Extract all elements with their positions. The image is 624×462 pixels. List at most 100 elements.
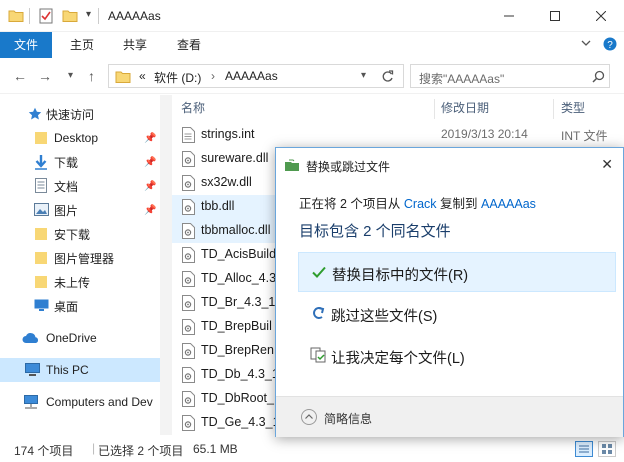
forward-arrow-icon[interactable]: →	[38, 68, 52, 84]
dialog-title: 替换或跳过文件	[306, 160, 391, 174]
copy-files-icon	[285, 159, 299, 171]
title-bar: ▾ AAAAAas	[0, 0, 624, 32]
refresh-icon[interactable]	[381, 70, 394, 83]
recent-locations-icon[interactable]: ▾	[68, 70, 73, 81]
back-arrow-icon[interactable]: ←	[13, 68, 27, 84]
close-icon	[596, 11, 606, 21]
option-label: 让我决定每个文件(L)	[331, 351, 465, 367]
nav-item-desktop-cn[interactable]: 桌面	[0, 294, 160, 318]
maximize-button[interactable]	[532, 0, 578, 32]
file-name: sureware.dll	[201, 151, 269, 165]
dll-file-icon	[182, 175, 195, 191]
address-bar[interactable]: « 软件 (D:) › AAAAAas ▾	[108, 64, 404, 88]
nav-item-folder-not-uploaded[interactable]: 未上传	[0, 270, 160, 294]
nav-item-this-pc[interactable]: This PC	[0, 358, 160, 382]
dll-file-icon	[182, 343, 195, 359]
file-name: strings.int	[201, 127, 255, 141]
document-icon	[35, 178, 47, 193]
search-input[interactable]: 搜索"AAAAAas"	[410, 64, 610, 88]
nav-item-documents[interactable]: 文档 📌	[0, 174, 160, 198]
replace-files-option[interactable]: 替换目标中的文件(R)	[298, 252, 616, 292]
nav-item-computers-and-devices[interactable]: Computers and Dev	[0, 390, 160, 414]
help-icon[interactable]: ?	[603, 37, 617, 51]
column-header-name[interactable]: 名称	[181, 95, 205, 121]
nav-scrollbar[interactable]	[160, 95, 172, 435]
breadcrumb-folder[interactable]: AAAAAas	[225, 69, 278, 83]
skip-files-option[interactable]: 跳过这些文件(S)	[298, 294, 616, 334]
nav-item-label: Computers and Dev	[46, 395, 153, 409]
fewer-details-button[interactable]	[301, 409, 317, 425]
up-arrow-icon[interactable]: ↑	[88, 68, 95, 84]
dialog-title-bar: 替换或跳过文件 ✕	[276, 148, 624, 180]
breadcrumb-overflow[interactable]: «	[139, 69, 146, 83]
nav-item-folder-image-manager[interactable]: 图片管理器	[0, 246, 160, 270]
new-folder-icon[interactable]	[62, 8, 78, 22]
dialog-footer: 简略信息	[276, 396, 623, 437]
computer-icon	[25, 363, 40, 376]
folder-icon	[35, 132, 47, 144]
cloud-icon	[22, 333, 39, 343]
nav-item-quick-access[interactable]: 快速访问	[0, 102, 160, 126]
chevron-up-icon	[305, 414, 313, 419]
customize-quick-access-icon[interactable]: ▾	[86, 9, 91, 20]
column-header-date[interactable]: 修改日期	[441, 95, 489, 121]
fewer-details-label[interactable]: 简略信息	[324, 410, 372, 427]
breadcrumb-separator-icon: ›	[211, 69, 215, 83]
star-icon	[28, 107, 42, 120]
destination-folder-link[interactable]: AAAAAas	[481, 197, 536, 211]
column-separator[interactable]	[434, 99, 435, 119]
nav-item-label: 文档	[54, 179, 79, 194]
properties-icon[interactable]	[39, 8, 53, 24]
nav-item-label: 图片	[54, 203, 79, 218]
item-count: 174 个项目	[14, 444, 74, 458]
column-header-type[interactable]: 类型	[561, 95, 585, 121]
details-view-button[interactable]	[575, 441, 593, 457]
breadcrumb-drive[interactable]: 软件 (D:)	[154, 69, 201, 86]
address-dropdown-icon[interactable]: ▾	[361, 70, 366, 81]
dll-file-icon	[182, 367, 195, 383]
selected-count: 已选择 2 个项目	[98, 444, 184, 458]
minimize-button[interactable]	[486, 0, 532, 32]
nav-item-pictures[interactable]: 图片 📌	[0, 198, 160, 222]
details-view-icon	[579, 445, 589, 453]
dll-file-icon	[182, 391, 195, 407]
nav-item-label: 下载	[54, 155, 79, 170]
expand-ribbon-icon[interactable]	[581, 38, 591, 48]
pin-icon: 📌	[144, 180, 157, 192]
window-title: AAAAAas	[108, 9, 161, 23]
picture-icon	[34, 203, 49, 216]
decide-each-file-option[interactable]: 让我决定每个文件(L)	[298, 336, 616, 376]
selected-size: 65.1 MB	[193, 442, 238, 456]
nav-item-folder-anxiazai[interactable]: 安下载	[0, 222, 160, 246]
svg-text:?: ?	[607, 40, 613, 51]
option-label: 替换目标中的文件(R)	[332, 268, 469, 284]
file-name: TD_Br_4.3_15	[201, 295, 283, 309]
folder-icon	[35, 276, 47, 288]
tab-share[interactable]: 共享	[111, 32, 159, 58]
large-icons-view-button[interactable]	[598, 441, 616, 457]
copy-middle: 复制到	[440, 197, 478, 211]
file-name: tbb.dll	[201, 199, 235, 213]
title-divider	[98, 8, 99, 24]
nav-item-onedrive[interactable]: OneDrive	[0, 326, 160, 350]
dll-file-icon	[182, 247, 195, 263]
file-name: TD_Db_4.3_1	[201, 367, 279, 381]
search-placeholder: 搜索"AAAAAas"	[419, 72, 505, 86]
nav-item-desktop[interactable]: Desktop 📌	[0, 126, 160, 150]
dialog-heading: 目标包含 2 个同名文件	[299, 223, 451, 240]
dialog-close-icon[interactable]: ✕	[601, 156, 613, 173]
folder-icon	[35, 228, 47, 240]
tab-view[interactable]: 查看	[165, 32, 213, 58]
tab-home[interactable]: 主页	[58, 32, 106, 58]
nav-item-label: 未上传	[54, 275, 91, 290]
file-type: INT 文件	[561, 129, 608, 143]
close-button[interactable]	[578, 0, 624, 32]
file-name: TD_DbRoot_	[201, 391, 274, 405]
tab-file[interactable]: 文件	[0, 32, 52, 58]
pin-icon: 📌	[144, 132, 157, 144]
nav-item-downloads[interactable]: 下载 📌	[0, 150, 160, 174]
qa-divider	[29, 8, 30, 24]
file-row[interactable]: strings.int 2019/3/13 20:14 INT 文件	[172, 123, 624, 147]
source-folder-link[interactable]: Crack	[404, 197, 437, 211]
column-separator[interactable]	[553, 99, 554, 119]
